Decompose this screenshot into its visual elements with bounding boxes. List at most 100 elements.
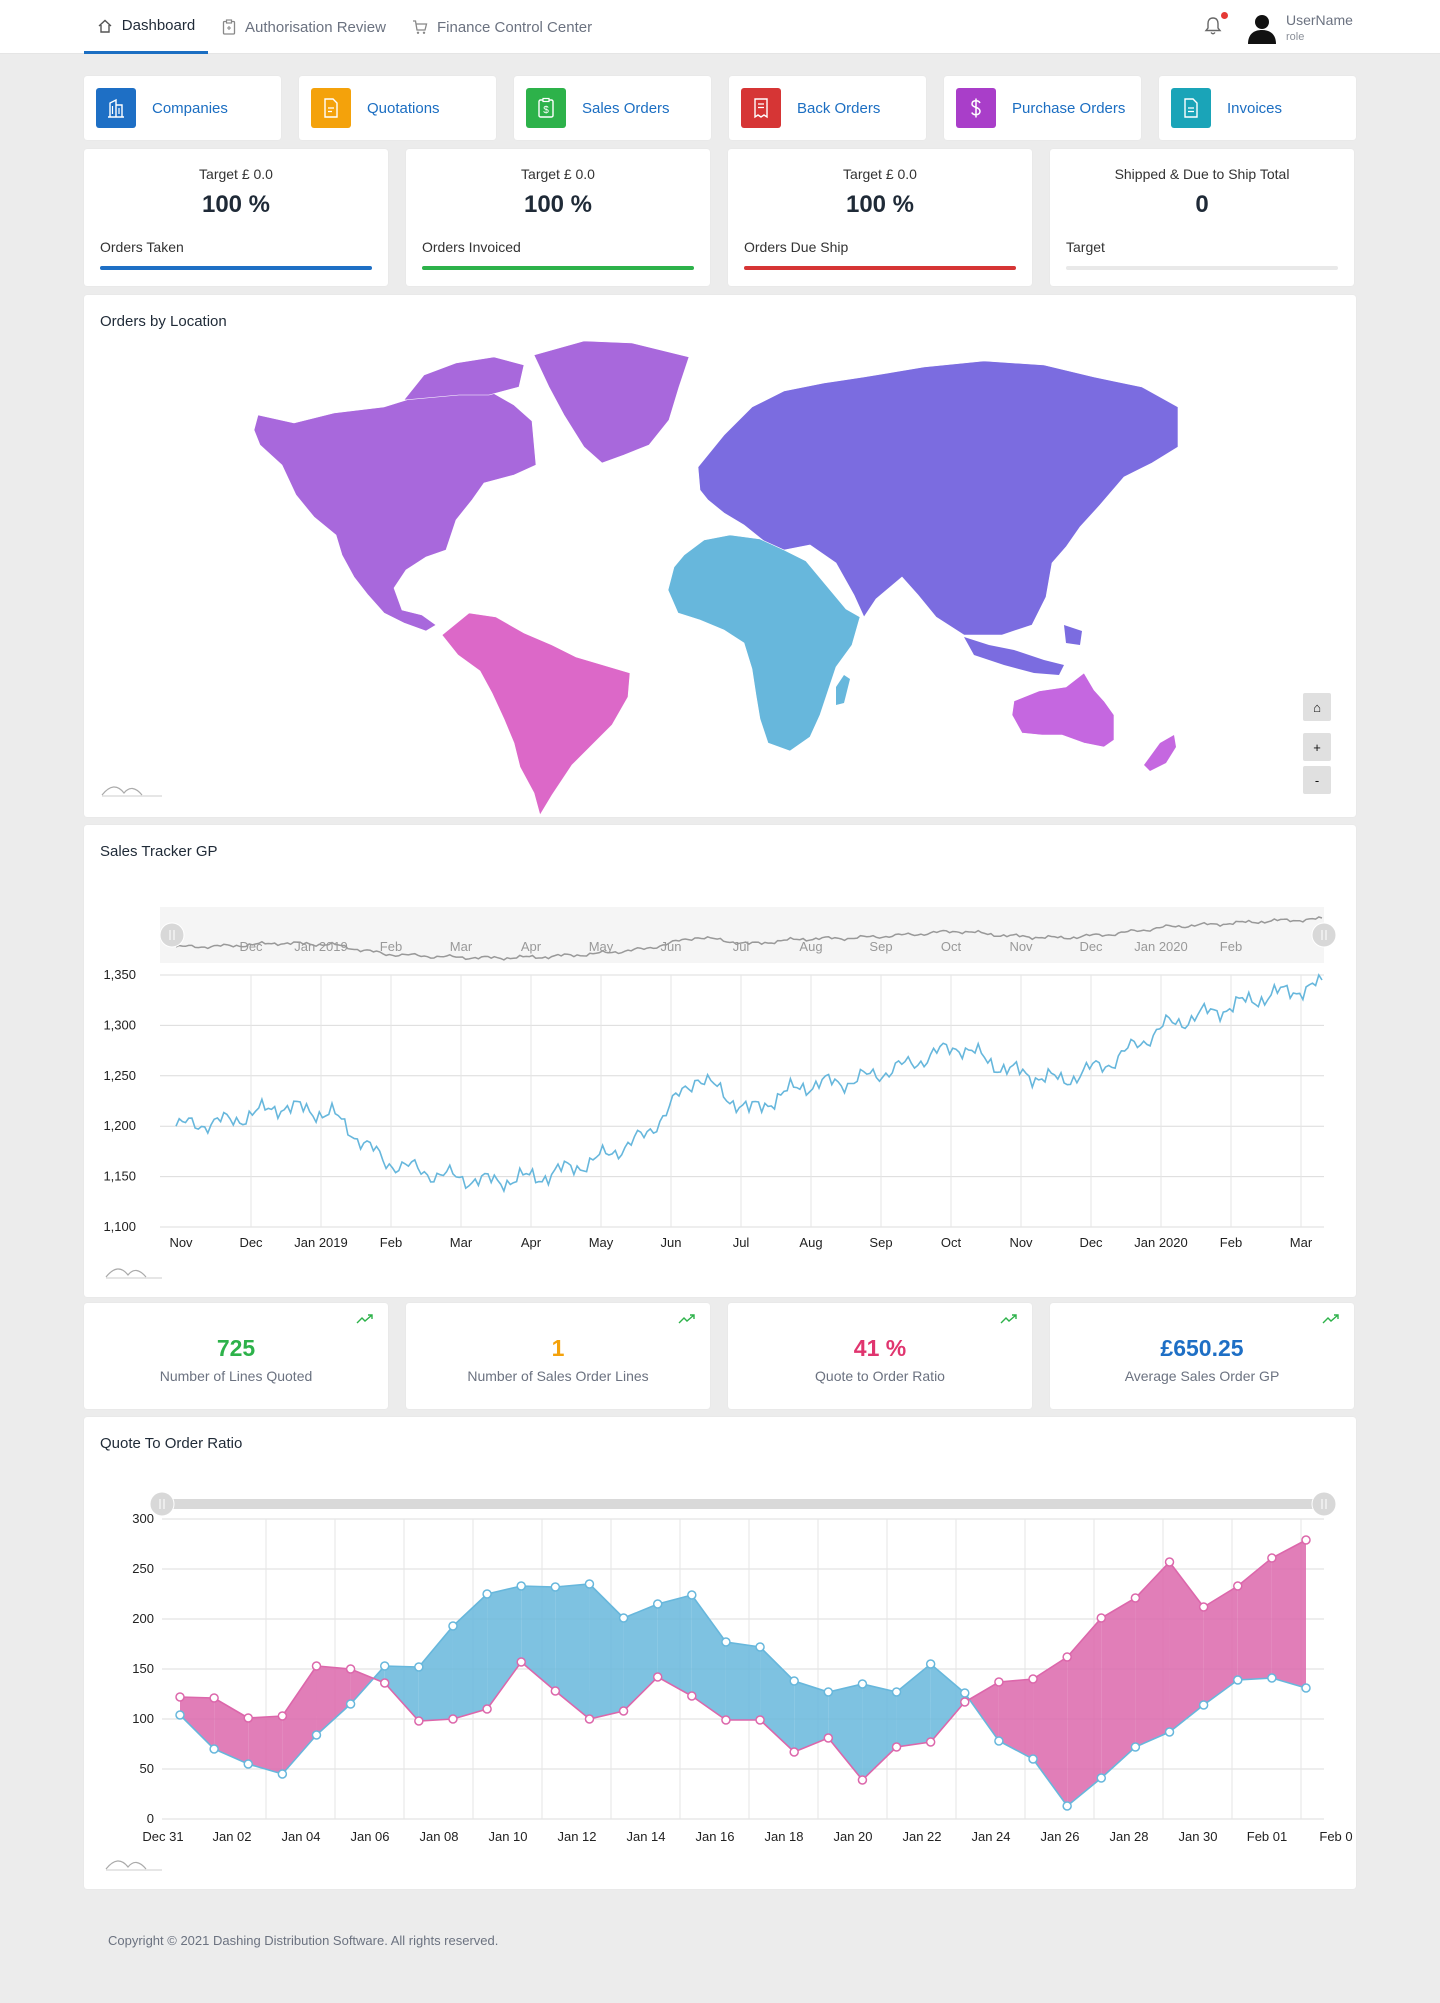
quick-link-invoices[interactable]: Invoices (1159, 76, 1356, 140)
region-africa[interactable] (667, 534, 861, 752)
fill-band (794, 1681, 829, 1752)
data-point (209, 1744, 219, 1754)
home-icon (98, 19, 112, 33)
fill-band (1067, 1618, 1102, 1806)
scrollbar-grip (159, 922, 185, 948)
data-point (891, 1742, 902, 1752)
stat-label: Target (1066, 239, 1105, 255)
data-point (584, 1714, 595, 1724)
y-tick-label: 1,100 (103, 1219, 136, 1234)
quick-link-back-orders[interactable]: Back Orders (729, 76, 926, 140)
x-tick-label: May (589, 1235, 614, 1250)
fill-band (282, 1666, 317, 1774)
data-point (1130, 1742, 1141, 1752)
x-tick-label: Jan 16 (695, 1829, 734, 1844)
x-tick-label: Jan 06 (350, 1829, 389, 1844)
user-role: role (1286, 31, 1305, 43)
world-map[interactable] (84, 295, 1356, 817)
y-tick-label: 1,250 (103, 1068, 136, 1083)
document-icon (311, 88, 351, 128)
stat-card-shipped-total: Shipped & Due to Ship Total 0 Target (1050, 149, 1354, 286)
building-icon (96, 88, 136, 128)
user-name[interactable]: UserName (1286, 12, 1353, 28)
kpi-value: 725 (216, 1335, 256, 1361)
data-point (1164, 1557, 1175, 1567)
map-zoom-in-button[interactable]: + (1303, 733, 1331, 761)
data-point (721, 1715, 731, 1725)
x-tick-label: Jan 22 (902, 1829, 941, 1844)
x-tick-label: Jan 24 (971, 1829, 1010, 1844)
notification-dot (1221, 12, 1228, 19)
x-tick-label: Jan 02 (212, 1829, 251, 1844)
bell-icon[interactable] (1204, 16, 1222, 36)
x-tick-label: Feb (1220, 1235, 1242, 1250)
clipboard-dollar-icon: $ (526, 88, 566, 128)
trending-up-icon (356, 1314, 373, 1324)
region-new-zealand[interactable] (1144, 735, 1176, 771)
stat-progress-bar (100, 266, 372, 270)
trending-up-icon (678, 1314, 695, 1324)
quick-link-purchase-orders[interactable]: Purchase Orders (944, 76, 1141, 140)
region-greenland[interactable] (533, 340, 690, 464)
map-home-button[interactable]: ⌂ (1303, 693, 1331, 721)
data-point (1096, 1613, 1107, 1623)
region-north-america[interactable] (253, 382, 537, 632)
stat-card-orders-invoiced: Target £ 0.0 100 % Orders Invoiced (406, 149, 710, 286)
quick-link-companies[interactable]: Companies (84, 76, 281, 140)
stat-target: Target £ 0.0 (843, 166, 917, 182)
fill-band (555, 1584, 590, 1719)
data-point (243, 1713, 253, 1723)
scrollbar-tick-label: Mar (450, 939, 473, 954)
region-arctic-islands[interactable] (403, 356, 525, 401)
quick-link-quotations[interactable]: Quotations (299, 76, 496, 140)
quick-link-label: Sales Orders (582, 99, 670, 117)
fill-band (862, 1684, 897, 1780)
data-point (1267, 1553, 1277, 1563)
fill-band (418, 1626, 453, 1721)
avatar[interactable] (1246, 12, 1278, 44)
quick-link-label: Invoices (1227, 99, 1283, 117)
quick-link-sales-orders[interactable]: $ Sales Orders (514, 76, 711, 140)
nav-tab-authorisation-review[interactable]: Authorisation Review (222, 0, 386, 54)
kpi-label: Number of Sales Order Lines (467, 1368, 649, 1384)
fill-band (384, 1666, 419, 1721)
data-point (345, 1699, 356, 1709)
x-tick-label: Nov (1009, 1235, 1033, 1250)
kpi-value: 1 (551, 1335, 565, 1361)
y-tick-label: 100 (132, 1711, 154, 1726)
scrollbar-tick-label: Nov (1009, 939, 1033, 954)
map-zoom-out-button[interactable]: - (1303, 766, 1331, 794)
data-point (482, 1589, 492, 1599)
receipt-icon (741, 88, 781, 128)
stat-target: Shipped & Due to Ship Total (1114, 166, 1290, 182)
dollar-icon (956, 88, 996, 128)
data-point (755, 1642, 765, 1652)
nav-tab-dashboard[interactable]: Dashboard (84, 0, 208, 54)
series-line (175, 973, 1323, 1194)
stat-card-orders-due-ship: Target £ 0.0 100 % Orders Due Ship (728, 149, 1032, 286)
x-tick-label: Sep (869, 1235, 892, 1250)
y-tick-label: 0 (147, 1811, 154, 1826)
data-point (687, 1590, 697, 1600)
quick-link-label: Purchase Orders (1012, 99, 1126, 117)
svg-text:$: $ (543, 105, 549, 116)
x-tick-label: Jan 04 (281, 1829, 320, 1844)
stat-label: Orders Invoiced (422, 239, 521, 255)
stat-target: Target £ 0.0 (199, 166, 273, 182)
x-tick-label: Jul (733, 1235, 750, 1250)
quote-ratio-chart[interactable]: 0 50 100 150 200 250 300 Dec 31 Jan 02 Jan 04 Jan … (84, 1417, 1356, 1889)
cart-icon (413, 20, 428, 34)
scrollbar-tick-label: Jan 2019 (294, 939, 348, 954)
data-point (1233, 1675, 1243, 1685)
region-south-america[interactable] (441, 612, 631, 816)
region-australia[interactable] (1011, 672, 1115, 748)
fill-band (1237, 1558, 1272, 1680)
data-point (891, 1687, 902, 1697)
fill-band (452, 1594, 488, 1719)
data-point (448, 1714, 458, 1724)
scrollbar-tick-label: Feb (380, 939, 402, 954)
sales-tracker-chart[interactable]: 1,100 1,150 1,200 1,250 1,300 1,350 Nov Dec Jan … (84, 825, 1356, 1297)
region-madagascar[interactable] (836, 675, 850, 705)
nav-tab-finance-control-center[interactable]: Finance Control Center (412, 0, 592, 54)
data-point (652, 1599, 663, 1609)
